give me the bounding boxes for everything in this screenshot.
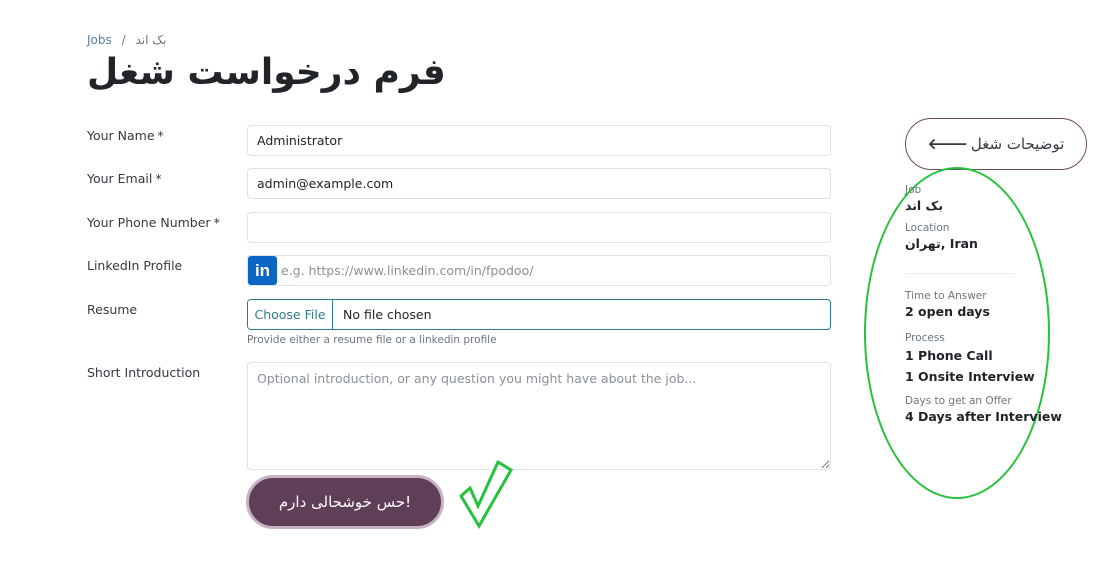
intro-label: Short Introduction bbox=[87, 365, 201, 380]
intro-textarea[interactable] bbox=[247, 362, 831, 470]
submit-button[interactable]: !حس خوشحالی دارم bbox=[246, 475, 444, 529]
choose-file-button[interactable]: Choose File bbox=[248, 300, 333, 329]
linkedin-input[interactable] bbox=[279, 256, 829, 285]
resume-helper-text: Provide either a resume file or a linked… bbox=[247, 334, 497, 346]
job-info: Job بک اند bbox=[905, 184, 1055, 215]
intro-row: Short Introduction bbox=[87, 362, 831, 470]
linkedin-row: LinkedIn Profile in bbox=[87, 255, 831, 286]
time-to-answer-info: Time to Answer 2 open days bbox=[905, 290, 1055, 321]
location-info: Location تهران, Iran bbox=[905, 222, 1055, 253]
location-value: تهران, Iran bbox=[905, 236, 978, 251]
email-row: Your Email * bbox=[87, 168, 831, 199]
required-mark: * bbox=[157, 128, 164, 143]
phone-input[interactable] bbox=[247, 212, 831, 243]
file-status: No file chosen bbox=[343, 307, 432, 322]
process-step: 1 Onsite Interview bbox=[905, 369, 1035, 384]
process-step: 1 Phone Call bbox=[905, 348, 993, 363]
process-info: Process 1 Phone Call 1 Onsite Interview bbox=[905, 332, 1055, 387]
resume-file-input[interactable]: Choose File No file chosen bbox=[247, 299, 831, 330]
page: Jobs / بک اند فرم درخواست شغل Your Name *… bbox=[0, 0, 1102, 569]
back-button-label: توضیحات شغل bbox=[970, 135, 1065, 153]
resume-label: Resume bbox=[87, 302, 138, 317]
job-label: Job bbox=[905, 184, 922, 196]
linkedin-label: LinkedIn Profile bbox=[87, 258, 183, 273]
linkedin-field: in bbox=[247, 255, 831, 286]
offer-info: Days to get an Offer 4 Days after Interv… bbox=[905, 395, 1062, 426]
offer-label: Days to get an Offer bbox=[905, 395, 1012, 407]
job-value: بک اند bbox=[905, 198, 944, 213]
email-label: Your Email * bbox=[87, 171, 162, 186]
breadcrumb-jobs-link[interactable]: Jobs bbox=[87, 33, 112, 47]
location-label: Location bbox=[905, 222, 950, 234]
check-icon bbox=[459, 460, 514, 529]
arrow-left-icon: 🡐 bbox=[927, 135, 968, 153]
name-input[interactable] bbox=[247, 125, 831, 156]
offer-value: 4 Days after Interview bbox=[905, 409, 1062, 424]
page-title: فرم درخواست شغل bbox=[87, 52, 446, 93]
required-mark: * bbox=[213, 215, 220, 230]
time-value: 2 open days bbox=[905, 304, 990, 319]
sidebar-divider bbox=[905, 273, 1015, 274]
phone-row: Your Phone Number * bbox=[87, 212, 831, 243]
breadcrumb: Jobs / بک اند bbox=[87, 33, 166, 47]
email-input[interactable] bbox=[247, 168, 831, 199]
name-label: Your Name * bbox=[87, 128, 164, 143]
linkedin-icon: in bbox=[248, 256, 277, 285]
resume-row: Resume Choose File No file chosen Provid… bbox=[87, 299, 831, 349]
process-label: Process bbox=[905, 332, 945, 344]
name-row: Your Name * bbox=[87, 125, 831, 156]
phone-label: Your Phone Number * bbox=[87, 215, 220, 230]
required-mark: * bbox=[155, 171, 162, 186]
job-description-back-button[interactable]: 🡐 توضیحات شغل bbox=[905, 118, 1087, 170]
breadcrumb-separator: / bbox=[121, 33, 126, 47]
time-label: Time to Answer bbox=[905, 290, 987, 302]
breadcrumb-current: بک اند bbox=[135, 33, 167, 47]
